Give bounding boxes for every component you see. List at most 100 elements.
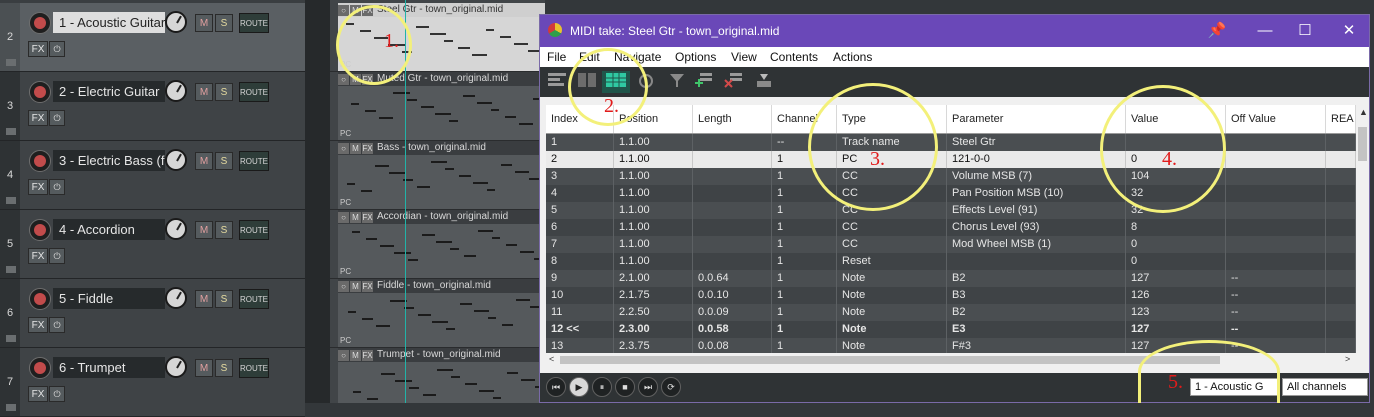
- event-cell-value[interactable]: 32: [1126, 185, 1226, 202]
- event-row[interactable]: 11 2.2.50 0.0.09 1 Note B2 123 --: [546, 304, 1356, 321]
- event-row[interactable]: 9 2.1.00 0.0.64 1 Note B2 127 --: [546, 270, 1356, 287]
- route-button[interactable]: ROUTE: [239, 220, 269, 240]
- midi-item[interactable]: ○ M FX Steel Gtr - town_original.mid PC: [338, 3, 545, 71]
- event-cell-index[interactable]: 12 <<: [546, 321, 614, 338]
- volume-knob[interactable]: [165, 287, 187, 309]
- midi-item[interactable]: ○ M FX Bass - town_original.mid PC: [338, 141, 545, 209]
- event-row[interactable]: 5 1.1.00 1 CC Effects Level (91) 32: [546, 202, 1356, 219]
- event-cell-channel[interactable]: 1: [772, 168, 837, 185]
- record-arm-button[interactable]: [29, 288, 51, 310]
- event-cell-type[interactable]: CC: [837, 202, 947, 219]
- horizontal-scroll-thumb[interactable]: [560, 356, 1220, 364]
- event-cell-off-value[interactable]: [1226, 202, 1326, 219]
- track-row[interactable]: 2 1 - Acoustic Guitar M S ROUTE FX ⏻: [0, 3, 305, 72]
- event-cell-index[interactable]: 6: [546, 219, 614, 236]
- event-cell-position[interactable]: 2.1.75: [614, 287, 693, 304]
- event-cell-position[interactable]: 2.3.00: [614, 321, 693, 338]
- event-row[interactable]: 8 1.1.00 1 Reset 0: [546, 253, 1356, 270]
- event-cell-type[interactable]: CC: [837, 168, 947, 185]
- scroll-left-icon[interactable]: <: [549, 354, 554, 364]
- import-event-icon[interactable]: [753, 71, 775, 93]
- fx-button[interactable]: FX: [28, 110, 48, 126]
- volume-knob[interactable]: [165, 11, 187, 33]
- event-cell-index[interactable]: 3: [546, 168, 614, 185]
- event-cell-position[interactable]: 1.1.00: [614, 185, 693, 202]
- event-cell-parameter[interactable]: Volume MSB (7): [947, 168, 1126, 185]
- item-mute-icon[interactable]: M: [350, 4, 361, 16]
- event-cell-value[interactable]: 127: [1126, 338, 1226, 353]
- track-row[interactable]: 5 4 - Accordion M S ROUTE FX ⏻: [0, 210, 305, 279]
- solo-button[interactable]: S: [215, 221, 233, 239]
- event-cell-type[interactable]: Note: [837, 304, 947, 321]
- track-row[interactable]: 7 6 - Trumpet M S ROUTE FX ⏻: [0, 348, 305, 417]
- event-cell-position[interactable]: 1.1.00: [614, 236, 693, 253]
- event-cell-rea[interactable]: [1326, 270, 1356, 287]
- fx-bypass-power-icon[interactable]: ⏻: [49, 179, 65, 195]
- channel-select-dropdown[interactable]: All channels: [1282, 378, 1368, 396]
- menu-contents[interactable]: Contents: [770, 47, 818, 67]
- stop-icon[interactable]: ■: [615, 377, 635, 397]
- event-cell-off-value[interactable]: --: [1226, 270, 1326, 287]
- event-cell-parameter[interactable]: Steel Gtr: [947, 134, 1126, 151]
- item-lock-icon[interactable]: ○: [338, 73, 349, 85]
- event-cell-value[interactable]: 123: [1126, 304, 1226, 321]
- track-name-field[interactable]: 5 - Fiddle: [53, 288, 165, 309]
- track-lane[interactable]: ○MFXTrumpet - town_original.mid PC: [330, 348, 545, 403]
- event-row[interactable]: 4 1.1.00 1 CC Pan Position MSB (10) 32: [546, 185, 1356, 202]
- item-fx-icon[interactable]: FX: [362, 280, 373, 292]
- event-cell-index[interactable]: 11: [546, 304, 614, 321]
- event-cell-parameter[interactable]: F#3: [947, 338, 1126, 353]
- event-cell-index[interactable]: 5: [546, 202, 614, 219]
- event-cell-index[interactable]: 2: [546, 151, 614, 168]
- event-cell-index[interactable]: 1: [546, 134, 614, 151]
- event-cell-rea[interactable]: [1326, 151, 1356, 168]
- event-cell-parameter[interactable]: 121-0-0: [947, 151, 1126, 168]
- event-cell-position[interactable]: 1.1.00: [614, 151, 693, 168]
- item-fx-icon[interactable]: FX: [362, 349, 373, 361]
- event-cell-parameter[interactable]: B2: [947, 304, 1126, 321]
- minimize-button[interactable]: —: [1245, 15, 1285, 47]
- event-cell-channel[interactable]: 1: [772, 236, 837, 253]
- pin-icon[interactable]: 📌: [1197, 15, 1237, 47]
- item-lock-icon[interactable]: ○: [338, 280, 349, 292]
- record-arm-button[interactable]: [29, 150, 51, 172]
- delete-event-icon[interactable]: [723, 71, 745, 93]
- track-row[interactable]: 4 3 - Electric Bass (f M S ROUTE FX ⏻: [0, 141, 305, 210]
- event-cell-off-value[interactable]: [1226, 168, 1326, 185]
- event-cell-type[interactable]: CC: [837, 219, 947, 236]
- event-cell-rea[interactable]: [1326, 253, 1356, 270]
- track-select-dropdown[interactable]: 1 - Acoustic G: [1190, 378, 1278, 396]
- event-cell-type[interactable]: Reset: [837, 253, 947, 270]
- folder-icon[interactable]: [6, 128, 16, 135]
- fx-button[interactable]: FX: [28, 317, 48, 333]
- event-cell-off-value[interactable]: --: [1226, 338, 1326, 353]
- item-lock-icon[interactable]: ○: [338, 211, 349, 223]
- event-cell-type[interactable]: Note: [837, 270, 947, 287]
- event-cell-length[interactable]: [693, 185, 772, 202]
- event-cell-index[interactable]: 10: [546, 287, 614, 304]
- event-cell-parameter[interactable]: B2: [947, 270, 1126, 287]
- event-cell-type[interactable]: Note: [837, 321, 947, 338]
- column-header-channel[interactable]: Channel: [772, 105, 837, 133]
- fx-bypass-power-icon[interactable]: ⏻: [49, 317, 65, 333]
- menu-edit[interactable]: Edit: [579, 47, 600, 67]
- window-titlebar[interactable]: MIDI take: Steel Gtr - town_original.mid…: [540, 15, 1369, 47]
- event-cell-length[interactable]: 0.0.64: [693, 270, 772, 287]
- solo-button[interactable]: S: [215, 83, 233, 101]
- event-cell-value[interactable]: 0: [1126, 236, 1226, 253]
- item-fx-icon[interactable]: FX: [362, 142, 373, 154]
- event-cell-rea[interactable]: [1326, 236, 1356, 253]
- pause-icon[interactable]: ⏸: [592, 377, 612, 397]
- event-cell-length[interactable]: 0.0.10: [693, 287, 772, 304]
- arrange-view[interactable]: ○ M FX Steel Gtr - town_original.mid PC ○ M F…: [330, 0, 545, 403]
- event-cell-rea[interactable]: [1326, 287, 1356, 304]
- mute-button[interactable]: M: [195, 221, 213, 239]
- event-cell-length[interactable]: [693, 134, 772, 151]
- event-cell-position[interactable]: 1.1.00: [614, 134, 693, 151]
- event-cell-parameter[interactable]: B3: [947, 287, 1126, 304]
- event-row[interactable]: 13 2.3.75 0.0.08 1 Note F#3 127 --: [546, 338, 1356, 353]
- event-row[interactable]: 6 1.1.00 1 CC Chorus Level (93) 8: [546, 219, 1356, 236]
- volume-knob[interactable]: [165, 80, 187, 102]
- event-cell-off-value[interactable]: [1226, 253, 1326, 270]
- folder-icon[interactable]: [6, 197, 16, 204]
